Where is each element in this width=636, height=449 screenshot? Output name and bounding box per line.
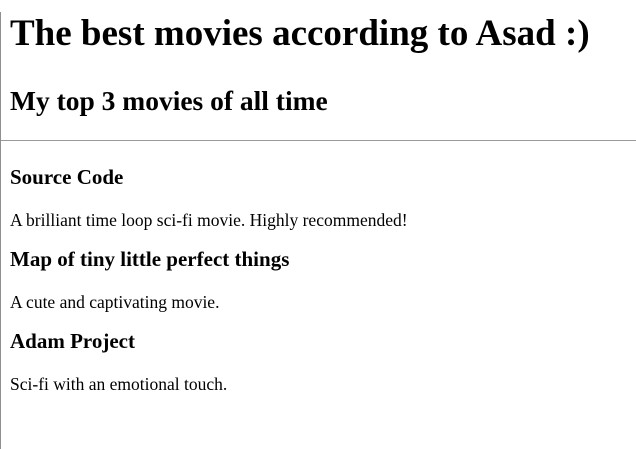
- movie-item: Map of tiny little perfect things A cute…: [10, 247, 636, 313]
- movie-title: Source Code: [10, 165, 124, 189]
- page-title: The best movies according to Asad :): [10, 13, 590, 54]
- section-divider: [0, 140, 636, 141]
- movie-description: A cute and captivating movie.: [10, 292, 220, 312]
- movie-title: Map of tiny little perfect things: [10, 247, 290, 271]
- movie-item: Adam Project Sci-fi with an emotional to…: [10, 329, 636, 395]
- movie-item: Source Code A brilliant time loop sci-fi…: [10, 165, 636, 231]
- window-left-border: [0, 12, 1, 449]
- page-subtitle: My top 3 movies of all time: [10, 85, 328, 116]
- movie-description: A brilliant time loop sci-fi movie. High…: [10, 210, 408, 230]
- page-content: The best movies according to Asad :) My …: [0, 12, 636, 395]
- movie-description: Sci-fi with an emotional touch.: [10, 374, 228, 394]
- movie-title: Adam Project: [10, 329, 135, 353]
